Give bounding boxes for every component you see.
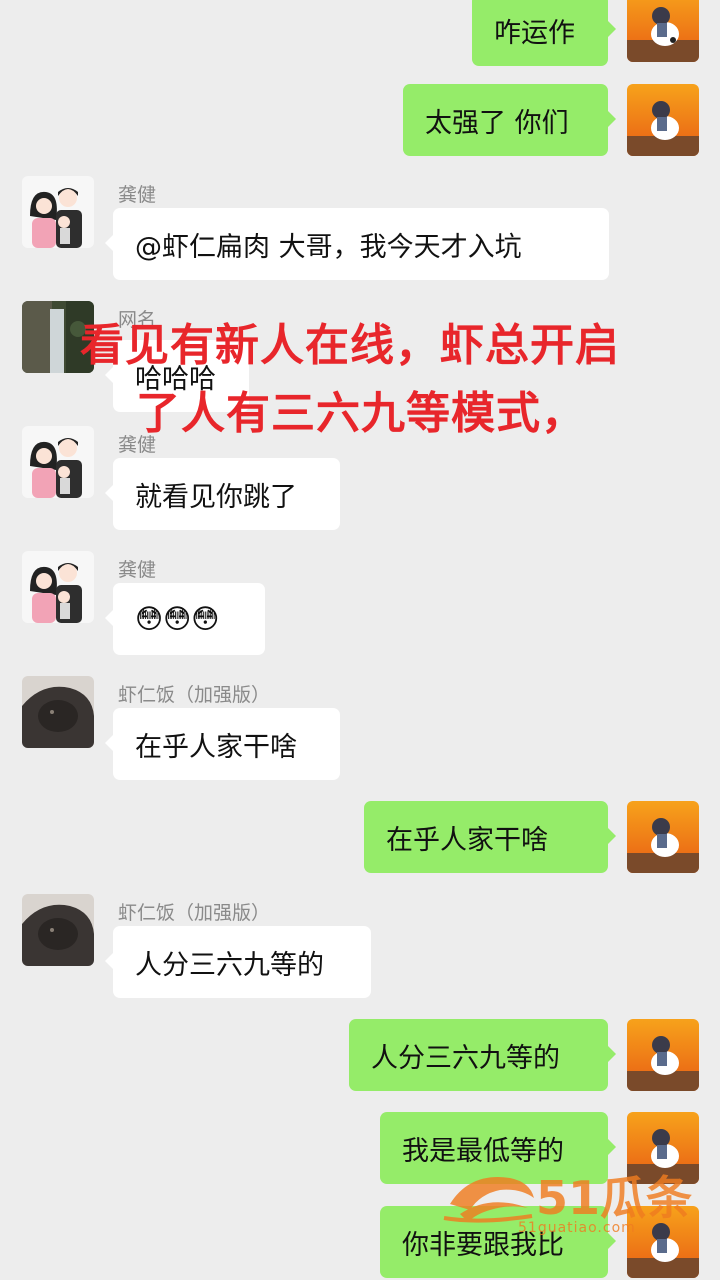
message-bubble-self[interactable]: 咋运作 — [472, 0, 616, 66]
message-text: 在乎人家干啥 — [386, 824, 548, 856]
contact-avatar[interactable] — [22, 676, 94, 748]
sender-name: 虾仁饭（加强版） — [118, 902, 271, 924]
message-text: 在乎人家干啥 — [135, 731, 297, 763]
caption-line: 看见有新人在线，虾总开启 — [80, 320, 620, 371]
contact-avatar[interactable] — [22, 176, 94, 248]
self-avatar[interactable] — [627, 84, 699, 156]
cat-photo-avatar-icon — [22, 676, 94, 748]
message-bubble-other[interactable]: 就看见你跳了 — [105, 458, 340, 530]
caption-overlay: 看见有新人在线，虾总开启 了人有三六九等模式， — [80, 312, 700, 448]
message-bubble-other[interactable]: 人分三六九等的 — [105, 926, 371, 998]
sender-name: 龚健 — [118, 559, 157, 581]
message-bubble-other[interactable]: @虾仁扁肉 大哥，我今天才入坑 — [105, 208, 609, 280]
message-bubble-other[interactable]: 😳😳😳 — [105, 583, 265, 655]
message-bubble-other[interactable]: 在乎人家干啥 — [105, 708, 340, 780]
message-text: 😳😳😳 — [135, 603, 220, 635]
cat-photo-avatar-icon — [22, 894, 94, 966]
message-bubble-self[interactable]: 太强了 你们 — [403, 84, 616, 156]
caption-line: 了人有三六九等模式， — [136, 388, 586, 439]
contact-avatar[interactable] — [22, 551, 94, 623]
cartoon-rider-avatar-icon — [627, 0, 699, 62]
message-text: 咋运作 — [494, 17, 575, 49]
message-text: 太强了 你们 — [425, 107, 569, 139]
watermark-brand: 51瓜条 — [536, 1171, 693, 1225]
watermark: 51瓜条 51guatiao.com — [440, 1158, 700, 1248]
cartoon-rider-avatar-icon — [627, 84, 699, 156]
message-text: 就看见你跳了 — [135, 481, 297, 513]
self-avatar[interactable] — [627, 801, 699, 873]
sender-name: 龚健 — [118, 184, 157, 206]
message-bubble-self[interactable]: 在乎人家干啥 — [364, 801, 616, 873]
cartoon-rider-avatar-icon — [627, 801, 699, 873]
couple-cartoon-avatar-icon — [22, 176, 94, 248]
message-text: 人分三六九等的 — [135, 949, 324, 981]
cartoon-rider-avatar-icon — [627, 1019, 699, 1091]
contact-avatar[interactable] — [22, 894, 94, 966]
self-avatar[interactable] — [627, 1019, 699, 1091]
message-bubble-self[interactable]: 人分三六九等的 — [349, 1019, 616, 1091]
sender-name: 虾仁饭（加强版） — [118, 684, 271, 706]
self-avatar[interactable] — [627, 0, 699, 62]
couple-cartoon-avatar-icon — [22, 551, 94, 623]
message-text: @虾仁扁肉 大哥，我今天才入坑 — [135, 231, 522, 263]
watermark-url: 51guatiao.com — [518, 1220, 636, 1236]
message-text: 人分三六九等的 — [371, 1042, 560, 1074]
